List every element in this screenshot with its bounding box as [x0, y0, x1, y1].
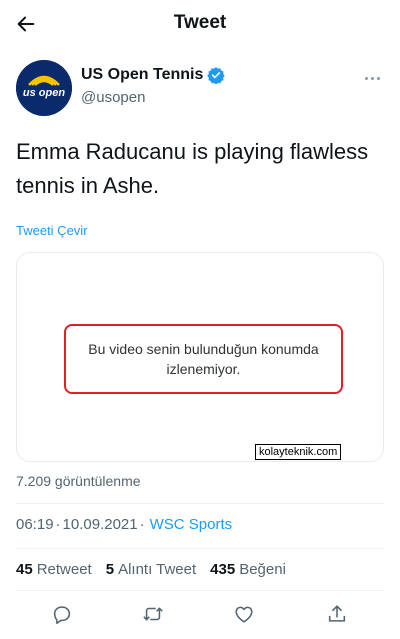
- notice-line-1: Bu video senin bulunduğun konumda: [88, 341, 319, 357]
- avatar[interactable]: us open: [16, 60, 72, 116]
- more-button[interactable]: [360, 68, 384, 88]
- tweet-author: us open US Open Tennis @usopen: [16, 60, 384, 118]
- page-title: Tweet: [173, 12, 227, 33]
- meta-separator: ·: [139, 516, 145, 533]
- more-icon: [364, 76, 380, 80]
- retweet-count: 45: [16, 561, 33, 578]
- action-bar: [0, 600, 400, 630]
- divider: [16, 503, 384, 504]
- quote-stat[interactable]: 5 Alıntı Tweet: [106, 561, 196, 578]
- quote-count: 5: [105, 561, 115, 578]
- retweet-stat[interactable]: 45 Retweet: [16, 561, 92, 578]
- media-card[interactable]: Bu video senin bulunduğun konumda izlene…: [16, 252, 384, 462]
- tweet-text: Emma Raducanu is playing flawless tennis…: [16, 139, 369, 198]
- like-stat[interactable]: 435 Beğeni: [210, 561, 286, 578]
- like-count: 435: [210, 561, 236, 578]
- verified-badge-icon: [207, 67, 226, 84]
- divider: [16, 548, 384, 549]
- share-icon: [328, 605, 346, 622]
- top-bar: Tweet: [0, 0, 400, 48]
- tweet-time[interactable]: 06:19: [16, 516, 54, 533]
- tweet-date[interactable]: 10.09.2021: [63, 516, 138, 533]
- like-button[interactable]: [230, 600, 258, 628]
- reply-button[interactable]: [48, 600, 76, 628]
- meta-separator: ·: [55, 516, 61, 533]
- retweet-label: Retweet: [36, 561, 92, 578]
- author-name[interactable]: US Open Tennis: [81, 66, 203, 84]
- view-count: 7.209 görüntülenme: [16, 473, 141, 489]
- author-handle[interactable]: @usopen: [81, 89, 145, 106]
- like-label: Beğeni: [239, 561, 286, 578]
- watermark: kolayteknik.com: [255, 444, 342, 460]
- reply-icon: [53, 606, 71, 624]
- translate-link[interactable]: Tweeti Çevir: [16, 223, 88, 238]
- unavailable-notice: Bu video senin bulunduğun konumda izlene…: [64, 324, 343, 394]
- avatar-text: us open: [23, 87, 65, 99]
- retweet-button[interactable]: [139, 600, 167, 628]
- notice-line-2: izlenemiyor.: [166, 361, 241, 377]
- divider: [16, 590, 384, 591]
- retweet-icon: [143, 607, 163, 621]
- like-icon: [235, 606, 253, 623]
- share-button[interactable]: [323, 600, 351, 628]
- us-open-logo-icon: us open: [16, 60, 72, 116]
- engagement-stats: 45 Retweet 5 Alıntı Tweet 435 Beğeni: [16, 561, 300, 578]
- quote-label: Alıntı Tweet: [118, 561, 197, 578]
- tweet-source[interactable]: WSC Sports: [150, 516, 233, 533]
- name-row: US Open Tennis: [81, 66, 226, 84]
- tweet-meta: 06:19 · 10.09.2021 · WSC Sports: [16, 516, 232, 533]
